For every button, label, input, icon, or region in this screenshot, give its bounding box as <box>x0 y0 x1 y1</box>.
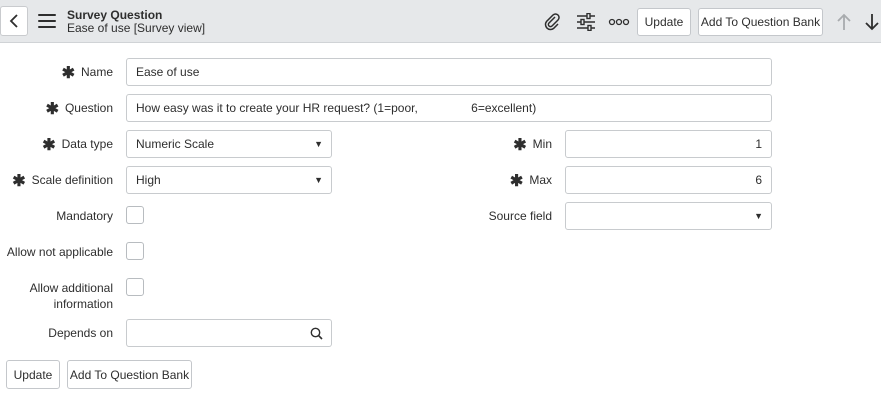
depends-on-label: Depends on <box>48 326 113 340</box>
required-icon: ✱ <box>12 173 26 190</box>
required-icon: ✱ <box>513 137 527 154</box>
header-update-button[interactable]: Update <box>637 8 691 36</box>
allow-additional-information-label: Allow additional information <box>29 281 113 311</box>
depends-on-input[interactable] <box>126 319 303 347</box>
max-input[interactable]: 6 <box>565 166 772 194</box>
allow-not-applicable-label: Allow not applicable <box>6 245 113 259</box>
data-type-value: Numeric Scale <box>136 137 215 151</box>
required-icon: ✱ <box>45 101 59 118</box>
dropdown-arrow-icon: ▼ <box>754 211 763 221</box>
max-label: ✱ Max <box>509 173 552 190</box>
page-subtitle: Ease of use [Survey view] <box>67 21 206 35</box>
back-button[interactable] <box>0 6 28 36</box>
form-header: Survey Question Ease of use [Survey view… <box>0 0 881 43</box>
arrow-up-icon[interactable] <box>834 12 854 32</box>
scale-definition-select[interactable]: High ▼ <box>126 166 332 194</box>
required-icon: ✱ <box>61 65 75 82</box>
title-block: Survey Question Ease of use [Survey view… <box>67 9 205 35</box>
paperclip-icon[interactable] <box>542 12 562 32</box>
data-type-label: ✱ Data type <box>42 137 113 154</box>
question-label: ✱ Question <box>45 101 113 118</box>
search-icon <box>310 327 323 340</box>
settings-sliders-icon[interactable] <box>576 12 596 32</box>
dropdown-arrow-icon: ▼ <box>314 139 323 149</box>
min-input[interactable]: 1 <box>565 130 772 158</box>
more-options-icon[interactable] <box>608 12 630 32</box>
allow-not-applicable-checkbox[interactable] <box>126 242 144 260</box>
question-input[interactable]: How easy was it to create your HR reques… <box>126 94 772 122</box>
depends-on-lookup-button[interactable] <box>302 319 332 347</box>
header-add-to-question-bank-button[interactable]: Add To Question Bank <box>698 8 823 36</box>
required-icon: ✱ <box>42 137 56 154</box>
scale-definition-label: ✱ Scale definition <box>12 173 113 190</box>
min-label: ✱ Min <box>513 137 552 154</box>
name-label: ✱ Name <box>61 65 113 82</box>
source-field-label: Source field <box>488 209 552 223</box>
footer-add-to-question-bank-button[interactable]: Add To Question Bank <box>67 360 192 389</box>
allow-additional-information-checkbox[interactable] <box>126 278 144 296</box>
mandatory-checkbox[interactable] <box>126 206 144 224</box>
arrow-down-icon[interactable] <box>862 12 881 32</box>
back-icon <box>9 14 18 28</box>
data-type-select[interactable]: Numeric Scale ▼ <box>126 130 332 158</box>
dropdown-arrow-icon: ▼ <box>314 175 323 185</box>
required-icon: ✱ <box>509 173 524 190</box>
hamburger-menu-icon[interactable] <box>38 14 56 28</box>
mandatory-label: Mandatory <box>56 209 113 223</box>
scale-definition-value: High <box>136 173 161 187</box>
name-input[interactable]: Ease of use <box>126 58 772 86</box>
source-field-select[interactable]: ▼ <box>565 202 772 230</box>
footer-update-button[interactable]: Update <box>6 360 60 389</box>
